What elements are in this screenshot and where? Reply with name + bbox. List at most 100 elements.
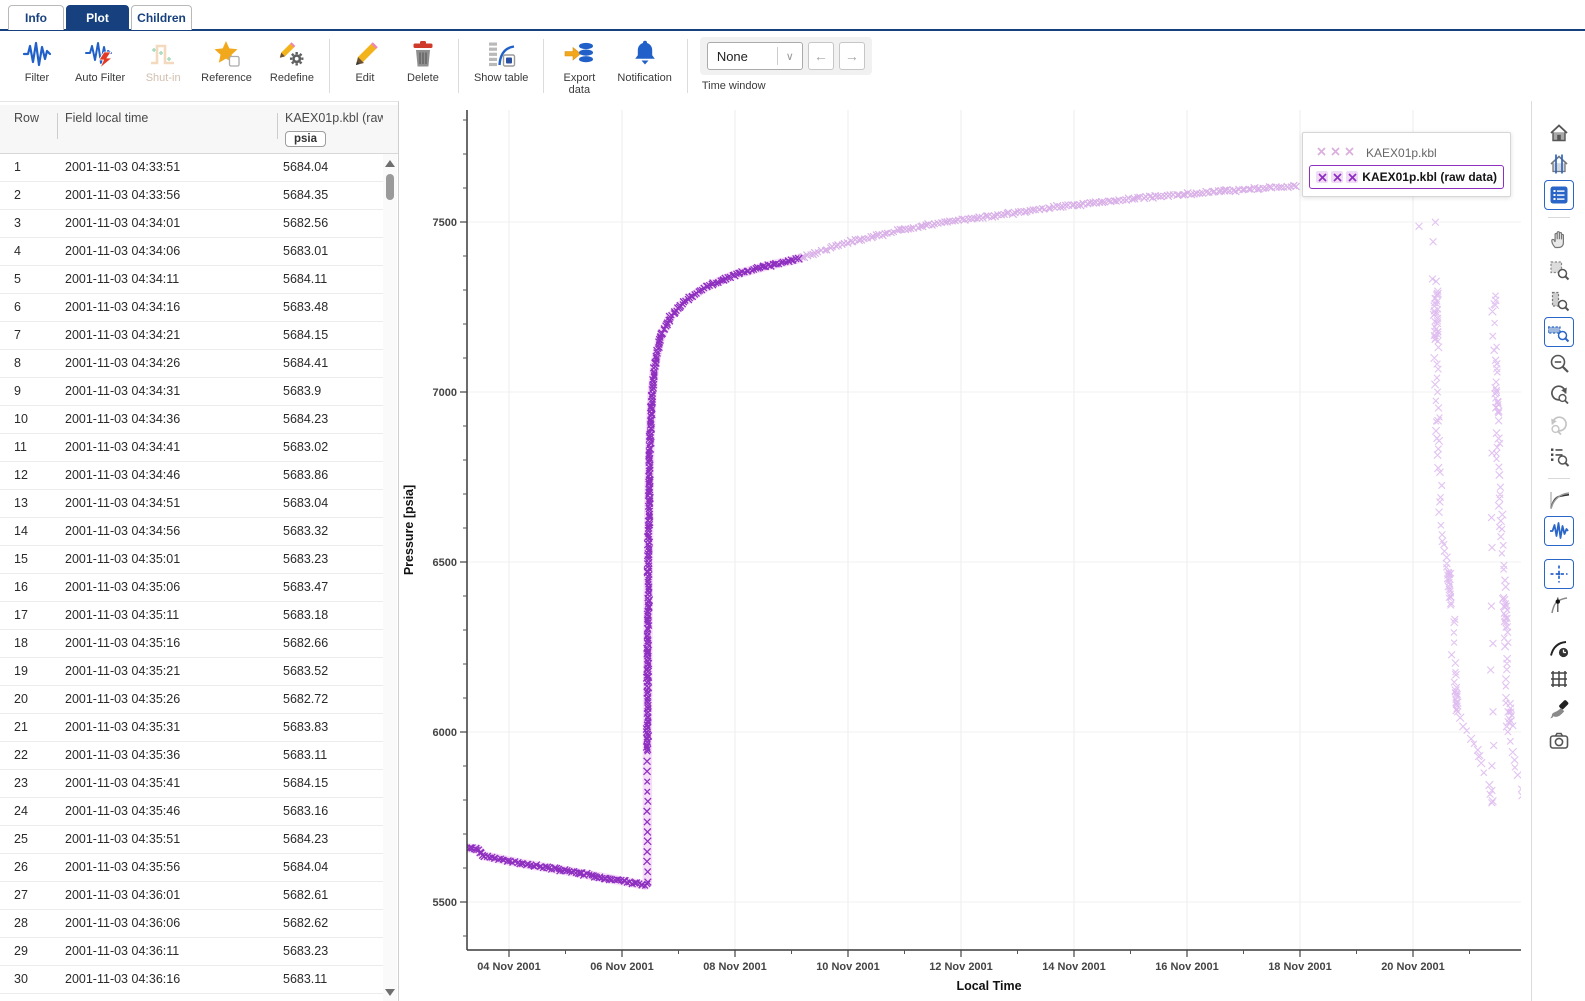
table-row[interactable]: 8 2001-11-03 04:34:26 5684.41 (0, 350, 383, 378)
cell-local-time: 2001-11-03 04:35:51 (65, 832, 181, 846)
table-row[interactable]: 12 2001-11-03 04:34:46 5683.86 (0, 462, 383, 490)
table-row[interactable]: 19 2001-11-03 04:35:21 5683.52 (0, 658, 383, 686)
next-window-button[interactable]: → (838, 42, 865, 70)
reference-button[interactable]: Reference (192, 37, 261, 86)
time-window-group: None ∨ ← → Time window (699, 37, 872, 92)
cell-local-time: 2001-11-03 04:33:56 (65, 188, 181, 202)
loglog-curve-button[interactable] (1544, 485, 1574, 515)
cell-local-time: 2001-11-03 04:34:21 (65, 328, 181, 342)
export-data-button[interactable]: Export data (550, 37, 608, 98)
table-row[interactable]: 26 2001-11-03 04:35:56 5684.04 (0, 854, 383, 882)
edit-button[interactable]: Edit (336, 37, 394, 86)
tab-info[interactable]: Info (8, 5, 64, 30)
legend-panel-button[interactable] (1543, 180, 1574, 210)
export-data-icon (564, 39, 594, 69)
cell-local-time: 2001-11-03 04:35:06 (65, 580, 181, 594)
table-row[interactable]: 29 2001-11-03 04:36:11 5683.23 (0, 938, 383, 966)
cell-row-number: 17 (14, 608, 28, 622)
table-row[interactable]: 15 2001-11-03 04:35:01 5683.23 (0, 546, 383, 574)
home-tracks-button[interactable] (1544, 149, 1574, 179)
table-row[interactable]: 28 2001-11-03 04:36:06 5682.62 (0, 910, 383, 938)
pressure-history-chart[interactable]: 04 Nov 2001 06 Nov 2001 08 Nov 2001 10 Nov … (399, 101, 1531, 1001)
delete-button[interactable]: Delete (394, 37, 452, 86)
style-brush-button[interactable] (1544, 695, 1574, 725)
table-scrollbar[interactable] (383, 154, 397, 1001)
grid-button[interactable] (1544, 664, 1574, 694)
table-row[interactable]: 16 2001-11-03 04:35:06 5683.47 (0, 574, 383, 602)
table-row[interactable]: 5 2001-11-03 04:34:11 5684.11 (0, 266, 383, 294)
cell-local-time: 2001-11-03 04:35:41 (65, 776, 181, 790)
scroll-down-arrow-icon[interactable] (385, 989, 395, 996)
zoom-vertical-button[interactable] (1544, 286, 1574, 316)
table-row[interactable]: 3 2001-11-03 04:34:01 5682.56 (0, 210, 383, 238)
scroll-up-arrow-icon[interactable] (385, 160, 395, 167)
table-row[interactable]: 23 2001-11-03 04:35:41 5684.15 (0, 770, 383, 798)
cell-row-number: 7 (14, 328, 21, 342)
table-row[interactable]: 17 2001-11-03 04:35:11 5683.18 (0, 602, 383, 630)
svg-text:04 Nov 2001: 04 Nov 2001 (477, 961, 541, 973)
show-table-button[interactable]: Show table (465, 37, 537, 86)
cell-row-number: 13 (14, 496, 28, 510)
table-row[interactable]: 25 2001-11-03 04:35:51 5684.23 (0, 826, 383, 854)
table-row[interactable]: 18 2001-11-03 04:35:16 5682.66 (0, 630, 383, 658)
previous-window-button[interactable]: ← (807, 42, 834, 70)
table-row[interactable]: 7 2001-11-03 04:34:21 5684.15 (0, 322, 383, 350)
table-row[interactable]: 10 2001-11-03 04:34:36 5684.23 (0, 406, 383, 434)
table-row[interactable]: 4 2001-11-03 04:34:06 5683.01 (0, 238, 383, 266)
auto-filter-button[interactable]: Auto Filter (66, 37, 134, 86)
zoom-horizontal-button[interactable] (1543, 317, 1574, 347)
delete-icon (408, 39, 438, 69)
table-row[interactable]: 6 2001-11-03 04:34:16 5683.48 (0, 294, 383, 322)
filter-button[interactable]: Filter (8, 37, 66, 86)
crosshair-button[interactable] (1543, 559, 1574, 589)
zoom-out-button[interactable] (1544, 348, 1574, 378)
table-row[interactable]: 30 2001-11-03 04:36:16 5683.11 (0, 966, 383, 994)
col-header-value[interactable]: KAEX01p.kbl (raw data) (285, 111, 383, 125)
chevron-down-icon[interactable]: ∨ (776, 47, 802, 65)
table-row[interactable]: 13 2001-11-03 04:34:51 5683.04 (0, 490, 383, 518)
table-row[interactable]: 2 2001-11-03 04:33:56 5684.35 (0, 182, 383, 210)
cell-pressure: 5683.83 (283, 720, 329, 734)
x-marker-icon (1330, 144, 1341, 162)
zoom-history-button[interactable] (1544, 441, 1574, 471)
history-waveform-button[interactable] (1543, 516, 1574, 546)
cell-pressure: 5683.48 (283, 300, 329, 314)
zoom-horizontal-icon (1547, 326, 1569, 343)
pan-hand-button[interactable] (1544, 224, 1574, 254)
time-curve-button[interactable] (1544, 633, 1574, 663)
cell-pressure: 5683.16 (283, 804, 329, 818)
table-row[interactable]: 21 2001-11-03 04:35:31 5683.83 (0, 714, 383, 742)
table-row[interactable]: 14 2001-11-03 04:34:56 5683.32 (0, 518, 383, 546)
zoom-undo-button[interactable] (1544, 379, 1574, 409)
home-button[interactable] (1544, 118, 1574, 148)
cell-local-time: 2001-11-03 04:34:41 (65, 440, 181, 454)
notification-button[interactable]: Notification (608, 37, 680, 86)
table-row[interactable]: 312001-11-03 04:36:215682.47 (0, 994, 383, 1001)
table-row[interactable]: 9 2001-11-03 04:34:31 5683.9 (0, 378, 383, 406)
content-area: Row Field local time KAEX01p.kbl (raw da… (0, 101, 1585, 1001)
redefine-button[interactable]: Redefine (261, 37, 323, 86)
table-row[interactable]: 24 2001-11-03 04:35:46 5683.16 (0, 798, 383, 826)
cell-row-number: 27 (14, 888, 28, 902)
time-window-select[interactable]: None ∨ (706, 42, 803, 70)
table-row[interactable]: 1 2001-11-03 04:33:51 5684.04 (0, 154, 383, 182)
scroll-thumb[interactable] (386, 174, 394, 200)
legend-item[interactable]: KAEX01p.kbl (raw data) (1309, 165, 1504, 189)
table-row[interactable]: 22 2001-11-03 04:35:36 5683.11 (0, 742, 383, 770)
legend-label: KAEX01p.kbl (raw data) (1362, 170, 1497, 184)
cell-pressure: 5683.01 (283, 244, 329, 258)
table-row[interactable]: 20 2001-11-03 04:35:26 5682.72 (0, 686, 383, 714)
tab-children[interactable]: Children (131, 5, 192, 30)
col-header-row[interactable]: Row (14, 111, 54, 125)
tab-plot[interactable]: Plot (66, 5, 129, 30)
cell-row-number: 29 (14, 944, 28, 958)
snapshot-camera-button[interactable] (1544, 726, 1574, 756)
table-row[interactable]: 27 2001-11-03 04:36:01 5682.61 (0, 882, 383, 910)
legend-item[interactable]: KAEX01p.kbl (1309, 141, 1504, 165)
table-row[interactable]: 11 2001-11-03 04:34:41 5683.02 (0, 434, 383, 462)
col-header-time[interactable]: Field local time (65, 111, 270, 125)
zoom-box-button[interactable] (1544, 255, 1574, 285)
point-picker-button[interactable] (1544, 590, 1574, 620)
cell-local-time: 2001-11-03 04:34:46 (65, 468, 181, 482)
cell-pressure: 5684.41 (283, 356, 329, 370)
